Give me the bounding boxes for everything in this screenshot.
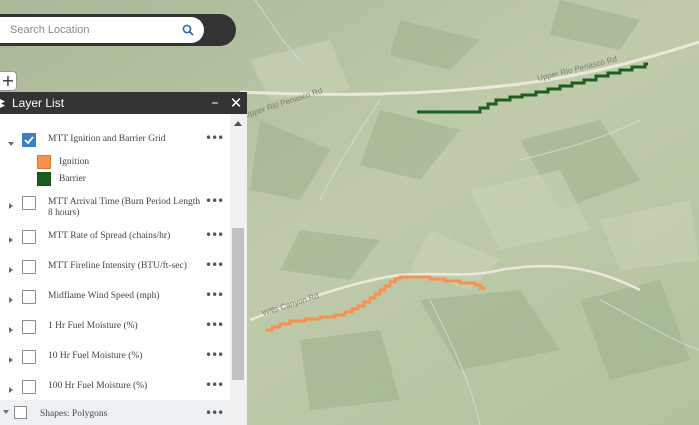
- layer-checkbox[interactable]: [22, 260, 36, 274]
- layer-row-10hr-fuel-moisture[interactable]: 10 Hr Fuel Moisture (%) •••: [0, 347, 230, 377]
- layer-label: 1 Hr Fuel Moisture (%): [48, 321, 138, 331]
- search-button[interactable]: [174, 20, 202, 40]
- layer-row-midflame-wind-speed[interactable]: Midflame Wind Speed (mph) •••: [0, 287, 230, 317]
- layer-checkbox[interactable]: [22, 133, 36, 147]
- layer-checkbox[interactable]: [22, 196, 36, 210]
- more-options-icon[interactable]: •••: [205, 379, 224, 392]
- layer-row-shapes-polygons[interactable]: Shapes: Polygons •••: [0, 400, 230, 425]
- layer-row-arrival-time[interactable]: MTT Arrival Time (Burn Period Length 8 h…: [0, 193, 230, 223]
- expand-caret-icon[interactable]: [9, 327, 13, 333]
- layer-checkbox[interactable]: [22, 380, 36, 394]
- more-options-icon[interactable]: •••: [205, 195, 224, 208]
- layer-checkbox[interactable]: [22, 290, 36, 304]
- layer-row-1hr-fuel-moisture[interactable]: 1 Hr Fuel Moisture (%) •••: [0, 317, 230, 347]
- layer-label: 10 Hr Fuel Moisture (%): [48, 351, 143, 361]
- search-icon: [182, 24, 194, 36]
- more-options-icon[interactable]: •••: [205, 259, 224, 272]
- expand-caret-icon[interactable]: [9, 297, 13, 303]
- layer-label: 100 Hr Fuel Moisture (%): [48, 381, 148, 391]
- more-options-icon[interactable]: •••: [205, 349, 224, 362]
- search-bar: [0, 14, 236, 46]
- legend-swatch-barrier: [37, 172, 51, 186]
- expand-caret-icon[interactable]: [9, 237, 13, 243]
- scroll-thumb[interactable]: [232, 228, 244, 380]
- expand-caret-icon[interactable]: [9, 267, 13, 273]
- legend-item-barrier: Barrier: [37, 171, 227, 187]
- more-options-icon[interactable]: •••: [205, 289, 224, 302]
- layer-row-rate-of-spread[interactable]: MTT Rate of Spread (chains/hr) •••: [0, 227, 230, 257]
- layer-checkbox[interactable]: [14, 406, 27, 419]
- layer-checkbox[interactable]: [22, 350, 36, 364]
- minimize-button[interactable]: –: [208, 93, 222, 113]
- expand-caret-icon[interactable]: [9, 357, 13, 363]
- layer-list-header: Layer List – ✕: [0, 92, 247, 114]
- layer-row-fireline-intensity[interactable]: MTT Fireline Intensity (BTU/ft-sec) •••: [0, 257, 230, 287]
- layer-label: Shapes: Polygons: [40, 409, 108, 419]
- zoom-in-button[interactable]: +: [0, 71, 17, 91]
- legend-label: Barrier: [59, 174, 86, 184]
- more-options-icon[interactable]: •••: [205, 319, 224, 332]
- legend-swatch-ignition: [37, 155, 51, 169]
- close-button[interactable]: ✕: [228, 93, 244, 113]
- layer-list-scrollbar[interactable]: [230, 114, 247, 425]
- checkmark-icon: [24, 136, 34, 145]
- legend-item-ignition: Ignition: [37, 154, 227, 170]
- more-options-icon[interactable]: •••: [205, 229, 224, 242]
- layer-checkbox[interactable]: [22, 320, 36, 334]
- layer-label: MTT Fireline Intensity (BTU/ft-sec): [48, 261, 187, 271]
- more-options-icon[interactable]: •••: [205, 407, 224, 419]
- expand-caret-icon[interactable]: [9, 387, 13, 393]
- layer-label: MTT Ignition and Barrier Grid: [48, 134, 166, 144]
- layer-label: Midflame Wind Speed (mph): [48, 291, 160, 301]
- legend-label: Ignition: [59, 157, 90, 167]
- more-options-icon[interactable]: •••: [205, 132, 224, 145]
- layer-label: MTT Rate of Spread (chains/hr): [48, 231, 171, 241]
- layers-icon: [0, 99, 5, 108]
- expand-caret-icon[interactable]: [9, 203, 13, 209]
- layer-list-title: Layer List: [12, 96, 65, 110]
- collapse-caret-icon[interactable]: [8, 142, 14, 146]
- layer-label: MTT Arrival Time (Burn Period Length 8 h…: [48, 197, 201, 218]
- scroll-up-arrow-icon[interactable]: [234, 121, 242, 126]
- collapse-caret-icon[interactable]: [3, 410, 9, 414]
- layer-list-panel: MTT Ignition and Barrier Grid ••• Igniti…: [0, 114, 247, 425]
- layer-checkbox[interactable]: [22, 230, 36, 244]
